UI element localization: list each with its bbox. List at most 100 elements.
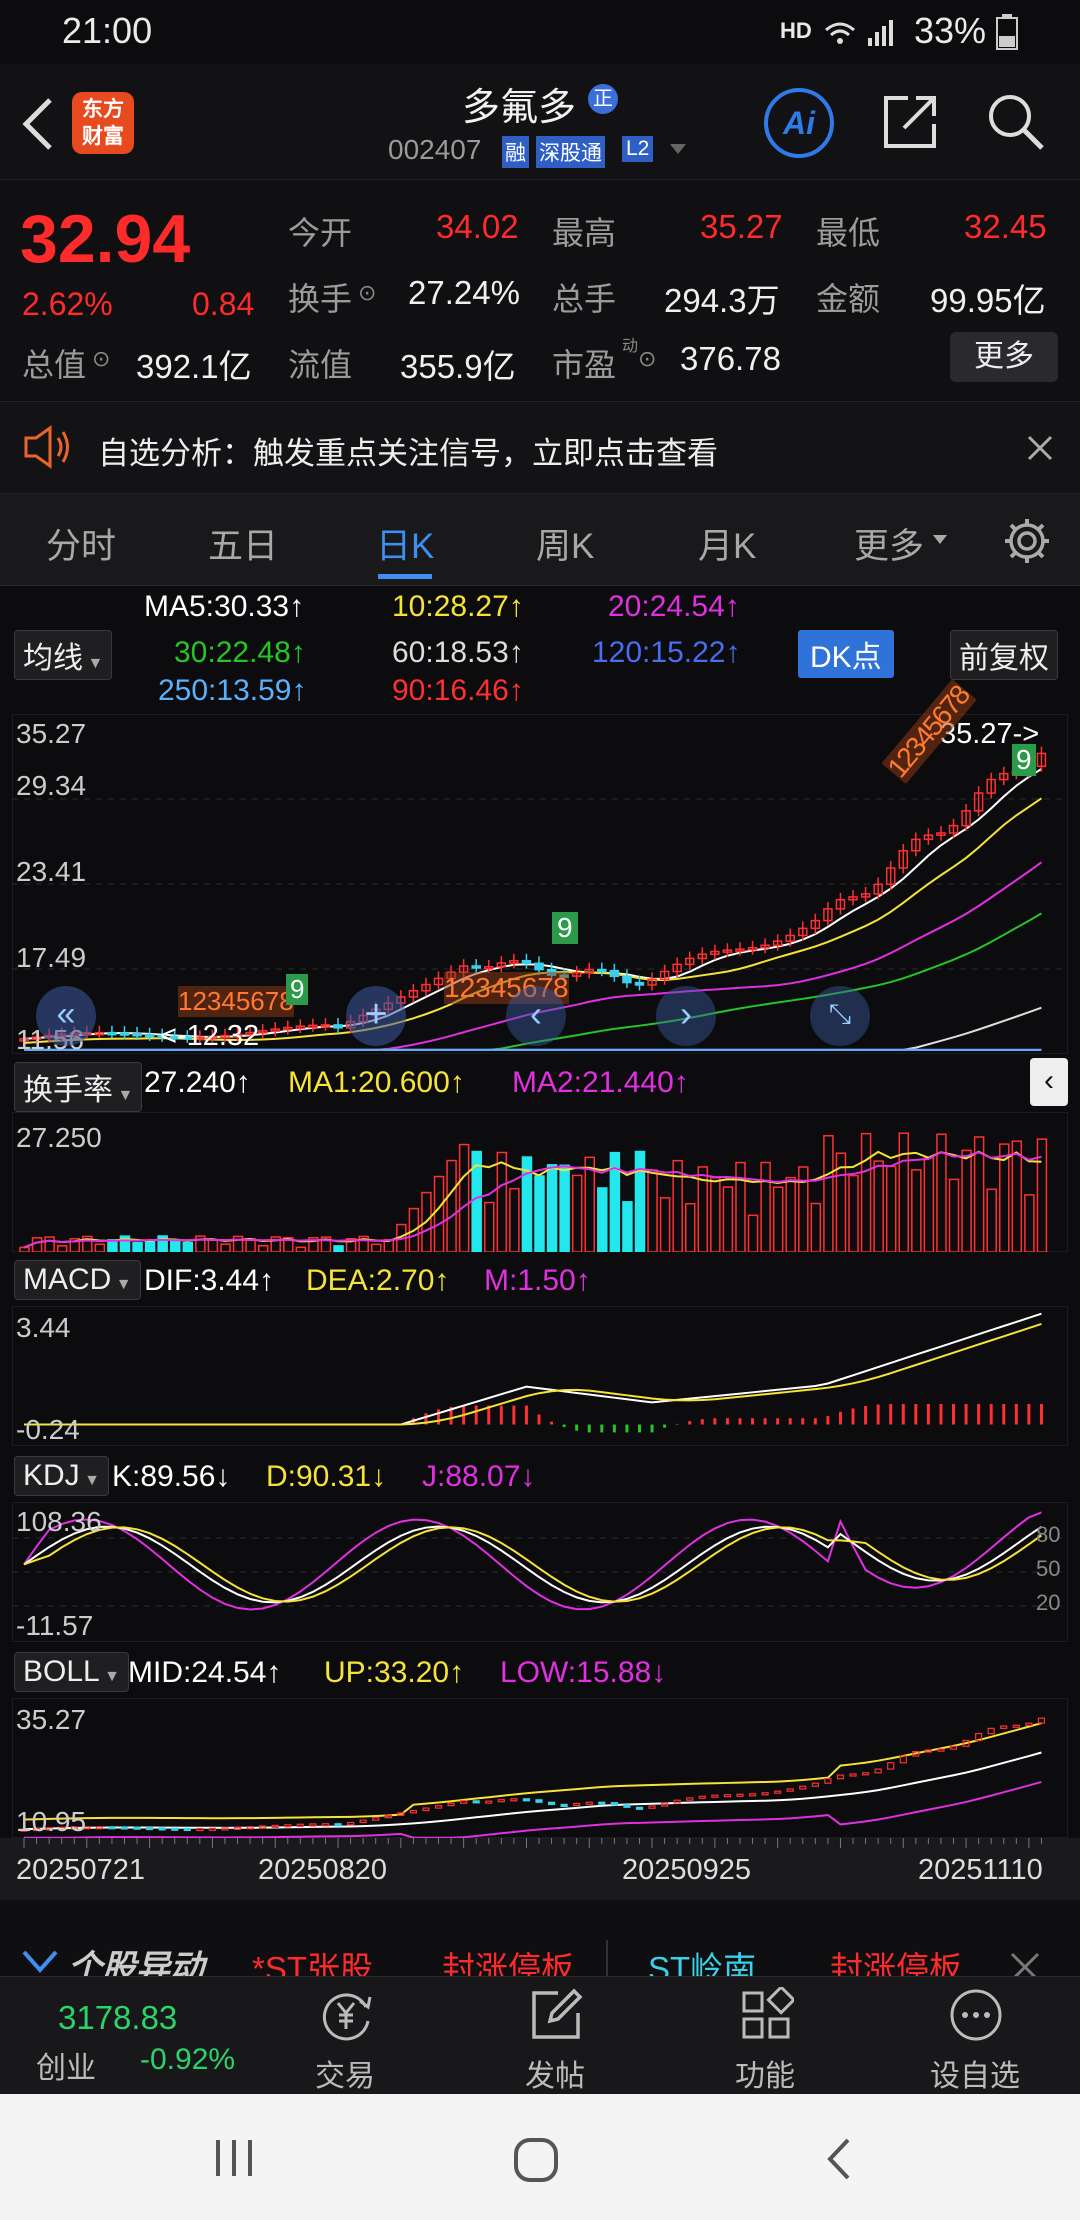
macd-dea: DEA:2.70↑ — [306, 1264, 450, 1297]
turnover-axis-top: 27.250 — [16, 1122, 102, 1153]
ticker-stock-1[interactable]: *ST张股 — [252, 1942, 373, 1976]
adjust-button[interactable]: 前复权 — [950, 630, 1058, 680]
tab-five-day[interactable]: 五日 — [208, 518, 278, 569]
close-ticker-icon[interactable] — [1010, 1952, 1040, 1976]
change-percent: 2.62% — [22, 286, 113, 322]
index-name: 创业 — [36, 2052, 96, 2085]
turnover-chart[interactable] — [12, 1112, 1068, 1252]
boll-candle — [623, 1804, 631, 1808]
ma30-value: 30:22.48↑ — [174, 636, 306, 669]
index-change: -0.92% — [140, 2043, 236, 2076]
more-button[interactable]: 更多 — [950, 332, 1058, 382]
back-arrow-icon[interactable] — [18, 96, 58, 152]
eastmoney-logo[interactable]: 东方 财富 — [72, 92, 134, 154]
search-icon[interactable] — [986, 92, 1046, 152]
kline-candle — [471, 965, 481, 969]
pan-right-button[interactable]: › — [656, 986, 716, 1046]
tab-intraday[interactable]: 分时 — [46, 518, 116, 569]
kdj-level-80: 80 — [1036, 1522, 1061, 1547]
ma-legend: 均线 ▼ MA5:30.33↑ 10:28.27↑ 20:24.54↑ 30:2… — [0, 586, 1080, 714]
td-sequence-3-end: 9 — [1012, 744, 1036, 776]
boll-selector-label: BOLL — [23, 1655, 100, 1688]
macd-chart[interactable] — [12, 1306, 1068, 1446]
ai-assistant-icon[interactable]: Ai — [764, 88, 834, 158]
collapse-panel-button[interactable]: ‹ — [1030, 1058, 1068, 1106]
scroll-left-button[interactable]: « — [36, 986, 96, 1046]
home-icon[interactable] — [512, 2136, 560, 2184]
info-icon[interactable]: ⊙ — [358, 280, 376, 306]
td-sequence-1: 12345678 — [178, 986, 294, 1017]
ma60-value: 60:18.53↑ — [392, 636, 524, 669]
date-label-4: 20251110 — [918, 1854, 1043, 1886]
trade-button[interactable]: 交易 — [300, 1983, 390, 2093]
info-icon[interactable]: ⊙ — [638, 346, 656, 372]
tab-weekly-k[interactable]: 周K — [536, 518, 594, 569]
kdj-selector[interactable]: KDJ ▼ — [14, 1456, 109, 1496]
macd-selector-label: MACD — [23, 1263, 112, 1296]
kline-candle — [609, 969, 620, 978]
kline-candle — [144, 1033, 155, 1038]
share-icon[interactable] — [880, 92, 940, 152]
post-label: 发帖 — [525, 2060, 585, 2093]
ma20-value: 20:24.54↑ — [608, 590, 740, 623]
turnover-bar — [169, 1240, 181, 1252]
turnover-bar — [559, 1164, 570, 1252]
boll-candle — [183, 1827, 191, 1832]
pan-left-button[interactable]: ‹ — [506, 986, 566, 1046]
gear-icon[interactable] — [1002, 516, 1052, 566]
ma-selector[interactable]: 均线 ▼ — [14, 630, 113, 680]
index-value[interactable]: 3178.83 — [58, 1999, 177, 2037]
turnover-selector[interactable]: 换手率 ▼ — [14, 1062, 143, 1112]
info-icon[interactable]: ⊙ — [92, 346, 110, 372]
notice-bar[interactable]: 自选分析：触发重点关注信号，立即点击查看 — [0, 402, 1080, 494]
ticker-status-2: 封涨停板 — [830, 1950, 962, 1976]
grid-apps-icon — [742, 1987, 794, 2039]
more-dropdown-icon[interactable] — [932, 534, 948, 546]
turnover-bar — [634, 1150, 646, 1252]
turnover-rate-value: 27.240↑ — [144, 1066, 251, 1099]
boll-candle — [158, 1827, 166, 1831]
dropdown-arrow-icon[interactable] — [668, 142, 688, 156]
stock-header: 东方 财富 多氟多 正 002407 融 深股通 L2 Ai — [0, 64, 1080, 180]
macd-selector[interactable]: MACD ▼ — [14, 1260, 141, 1300]
price-axis-3: 23.41 — [16, 856, 87, 887]
logo-text-1: 东方 — [82, 98, 124, 121]
tab-monthly-k[interactable]: 月K — [698, 518, 756, 569]
chevron-down-icon[interactable] — [22, 1950, 58, 1974]
pe-value: 376.78 — [680, 340, 781, 377]
kdj-level-20: 20 — [1036, 1590, 1061, 1615]
tab-more[interactable]: 更多 — [854, 518, 924, 569]
kdj-selector-label: KDJ — [23, 1459, 80, 1492]
battery-icon — [996, 14, 1018, 50]
turnover-bar — [144, 1240, 156, 1252]
turnover-bar — [534, 1175, 545, 1252]
boll-axis-bottom: 10.95 — [16, 1806, 87, 1837]
kdj-level-50: 50 — [1036, 1556, 1061, 1581]
zoom-in-button[interactable]: + — [346, 986, 406, 1046]
boll-candle — [146, 1826, 154, 1831]
boll-low: LOW:15.88↓ — [500, 1656, 667, 1689]
logo-text-2: 财富 — [82, 125, 124, 148]
recent-apps-icon[interactable] — [212, 2138, 256, 2178]
ticker-stock-2[interactable]: ST岭南 — [648, 1942, 756, 1976]
boll-selector[interactable]: BOLL ▼ — [14, 1652, 129, 1692]
function-button[interactable]: 功能 — [720, 1983, 810, 2093]
boll-chart[interactable] — [12, 1698, 1068, 1838]
close-icon[interactable] — [1026, 434, 1054, 462]
back-nav-icon[interactable] — [824, 2136, 854, 2182]
movement-ticker[interactable]: 个股异动 *ST张股 封涨停板 ST岭南 封涨停板 — [0, 1900, 1080, 1976]
kdj-d: D:90.31↓ — [266, 1460, 387, 1493]
fullscreen-button[interactable]: ⤡ — [810, 986, 870, 1046]
post-button[interactable]: 发帖 — [510, 1983, 600, 2093]
amount-label: 金额 — [816, 281, 881, 317]
turnover-bar — [182, 1241, 194, 1252]
tab-daily-k[interactable]: 日K — [376, 518, 434, 569]
kdj-chart[interactable] — [12, 1502, 1068, 1642]
turnover-ma2: MA2:21.440↑ — [512, 1066, 689, 1099]
add-watchlist-button[interactable]: 设自选 — [920, 1983, 1030, 2093]
dk-point-button[interactable]: DK点 — [798, 630, 894, 678]
ma5-value: MA5:30.33↑ — [144, 590, 305, 623]
float-value: 355.9亿 — [400, 348, 516, 385]
kdj-axis-top: 108.36 — [16, 1506, 102, 1537]
macd-axis-top: 3.44 — [16, 1312, 71, 1343]
